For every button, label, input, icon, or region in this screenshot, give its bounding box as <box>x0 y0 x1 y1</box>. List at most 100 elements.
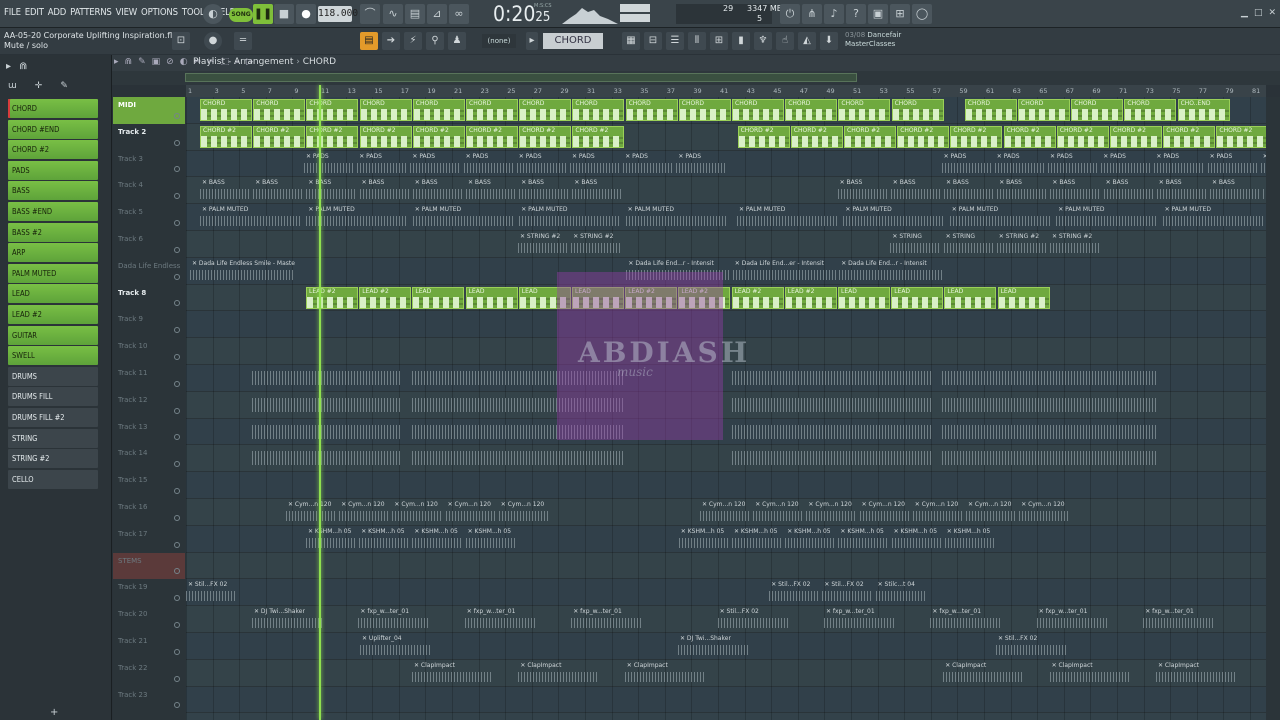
audio-clip[interactable]: ✕ PADS <box>1154 153 1205 175</box>
audio-clip[interactable]: ✕ KSHM...h 05 <box>944 528 995 550</box>
drum-clip[interactable] <box>942 423 1156 445</box>
save-icon[interactable]: ▣ <box>868 4 888 24</box>
snap-icon[interactable]: ⚡ <box>404 32 422 50</box>
track-lane[interactable] <box>186 552 1266 580</box>
track-header[interactable]: Track 4 <box>113 177 185 204</box>
drum-clip[interactable] <box>412 449 624 471</box>
track-header[interactable]: Track 12 <box>113 392 185 419</box>
audio-clip[interactable]: ✕ PADS <box>1048 153 1098 175</box>
channel-17[interactable]: STRING #2 <box>8 449 98 469</box>
track-header[interactable]: Track 22 <box>113 660 185 687</box>
track-header[interactable]: Track 20 <box>113 606 185 633</box>
next-icon[interactable]: ➔ <box>382 32 400 50</box>
pattern-clip[interactable]: CHO..END <box>1177 99 1230 121</box>
maximize-icon[interactable]: □ <box>1254 8 1263 18</box>
pattern-clip[interactable]: CHORD <box>1071 99 1124 121</box>
main-volume-knob[interactable]: ● <box>204 32 222 50</box>
track-header[interactable]: Track 8 <box>113 285 185 312</box>
audio-clip[interactable]: ✕ PADS <box>623 153 674 175</box>
arrow-icon[interactable]: ▸ <box>114 57 119 67</box>
drum-clip[interactable] <box>732 449 932 471</box>
track-header[interactable]: Track 9 <box>113 311 185 338</box>
pattern-clip[interactable]: CHORD #2 <box>519 125 572 148</box>
magnet-icon[interactable]: ⋒ <box>125 57 133 67</box>
track-led-icon[interactable] <box>174 702 180 709</box>
delete-icon[interactable]: ⊘ <box>166 57 174 67</box>
track-header[interactable]: Track 10 <box>113 338 185 365</box>
close-icon[interactable]: ✕ <box>1268 8 1276 18</box>
pattern-clip[interactable]: CHORD <box>838 99 891 121</box>
draw-icon[interactable]: ✎ <box>138 57 146 67</box>
audio-clip[interactable]: ✕ BASS <box>412 179 463 201</box>
audio-clip[interactable]: ✕ PALM MUTED <box>412 206 513 228</box>
audio-clip[interactable]: ✕ Cym...n 120 <box>859 501 910 523</box>
playlist-icon[interactable]: ▤ <box>360 32 378 50</box>
track-led-icon[interactable] <box>174 193 180 200</box>
channel-13[interactable]: DRUMS <box>8 366 98 386</box>
channel-14[interactable]: DRUMS FILL <box>8 387 98 407</box>
pattern-clip[interactable]: CHORD <box>306 99 359 121</box>
channel-11[interactable]: GUITAR <box>8 325 98 345</box>
audio-clip[interactable]: ✕ Dada Life Endless Smile - Master - Int… <box>190 260 295 282</box>
audio-clip[interactable]: ✕ PALM MUTED <box>843 206 944 228</box>
pattern-clip[interactable]: CHORD #2 <box>1110 125 1162 148</box>
pattern-clip[interactable]: LEAD #2 <box>731 286 784 309</box>
audio-clip[interactable]: ✕ PADS <box>1207 153 1258 175</box>
menu-patterns[interactable]: PATTERNS <box>70 7 112 18</box>
track-lane[interactable] <box>186 231 1266 258</box>
track-header[interactable]: Track 17 <box>113 526 185 553</box>
main-pitch-slider[interactable]: ═ <box>234 32 252 50</box>
audio-clip[interactable]: ✕ DJ Twi...Shaker <box>252 608 322 630</box>
pattern-prev-icon[interactable]: ▸ <box>526 32 538 50</box>
drum-clip[interactable] <box>942 396 1156 418</box>
channel-4[interactable]: BASS <box>8 181 98 201</box>
audio-clip[interactable]: ✕ Cym...n 120 <box>498 501 549 523</box>
channel-16[interactable]: STRING <box>8 428 98 448</box>
audio-clip[interactable]: ✕ Stil...FX 02 <box>717 608 788 630</box>
drum-clip[interactable] <box>732 423 932 445</box>
pattern-clip[interactable]: CHORD #2 <box>844 125 896 148</box>
audio-clip[interactable]: ✕ KSHM...h 05 <box>678 528 729 550</box>
browser-icon[interactable]: ☰ <box>666 32 684 50</box>
audio-clip[interactable]: ✕ Cym...n 120 <box>1019 501 1070 523</box>
vertical-scrollbar[interactable] <box>1266 97 1280 720</box>
track-led-icon[interactable] <box>174 568 180 575</box>
pattern-clip[interactable]: CHORD <box>1018 99 1070 121</box>
pattern-clip[interactable]: CHORD <box>1124 99 1177 121</box>
lock-icon[interactable]: ⊡ <box>172 32 190 50</box>
channel-12[interactable]: SWELL <box>8 346 98 366</box>
track-led-icon[interactable] <box>174 327 180 334</box>
audio-clip[interactable]: ✕ PALM MUTED <box>625 206 726 228</box>
track-led-icon[interactable] <box>174 273 180 280</box>
audio-clip[interactable]: ✕ STRING #2 <box>996 233 1047 255</box>
audio-clip[interactable]: ✕ PALM MUTED <box>519 206 620 228</box>
track-header[interactable]: Track 15 <box>113 472 185 499</box>
audio-clip[interactable]: ✕ fxp_w...ter_01 <box>824 608 894 630</box>
track-header[interactable]: Track 3 <box>113 151 185 178</box>
pause-button[interactable]: ❚❚ <box>253 4 273 24</box>
add-channel-icon[interactable]: + <box>50 707 58 718</box>
audio-clip[interactable]: ✕ BASS <box>997 179 1048 201</box>
pattern-clip[interactable]: CHORD <box>572 99 625 121</box>
audio-clip[interactable]: ✕ KSHM...h 05 <box>838 528 889 550</box>
add-icon[interactable]: ✛ <box>35 81 43 95</box>
countdown-icon[interactable]: ▤ <box>405 4 425 24</box>
tempo-display[interactable]: 118.000 <box>318 6 358 22</box>
audio-clip[interactable]: ✕ BASS <box>572 179 623 201</box>
channel-10[interactable]: LEAD #2 <box>8 304 98 324</box>
track-led-icon[interactable] <box>174 139 180 146</box>
menu-add[interactable]: ADD <box>48 7 67 18</box>
audio-clip[interactable]: ✕ STRING <box>943 233 994 255</box>
pattern-clip[interactable]: CHORD <box>359 99 412 121</box>
pattern-clip[interactable]: CHORD #2 <box>1216 125 1266 148</box>
pattern-clip[interactable]: LEAD <box>891 286 944 309</box>
audio-clip[interactable]: ✕ BASS <box>359 179 410 201</box>
stamp-icon[interactable]: ♟ <box>448 32 466 50</box>
audio-clip[interactable]: ✕ BASS <box>1156 179 1207 201</box>
pattern-clip[interactable]: LEAD <box>997 286 1050 309</box>
audio-clip[interactable]: ✕ STRING #2 <box>571 233 622 255</box>
pattern-clip[interactable]: CHORD <box>519 99 572 121</box>
track-led-icon[interactable] <box>174 246 180 253</box>
channel-18[interactable]: CELLO <box>8 469 98 489</box>
audio-clip[interactable]: ✕ KSHM...h 05 <box>891 528 942 550</box>
